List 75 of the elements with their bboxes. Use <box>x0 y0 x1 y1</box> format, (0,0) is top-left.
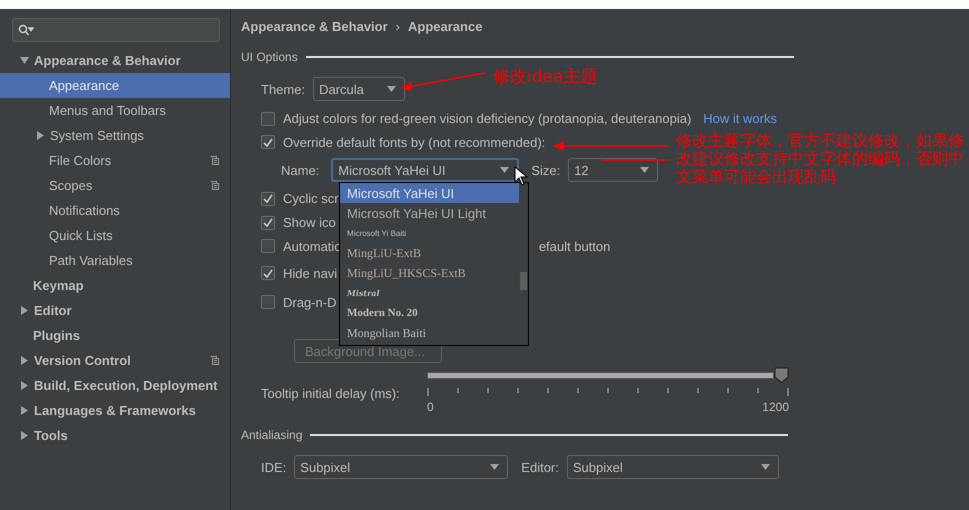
tree-item[interactable]: Appearance <box>0 73 230 98</box>
checkbox-label: Drag-n-D <box>283 294 336 310</box>
tree-item[interactable]: Scopes <box>0 173 230 198</box>
caret-icon <box>490 464 500 470</box>
collapsed-arrow-icon[interactable] <box>20 306 29 315</box>
caret-icon <box>387 86 396 92</box>
checkbox-label: Automatic <box>283 238 341 254</box>
font-name-dropdown[interactable]: Microsoft YaHei UI <box>331 158 520 182</box>
search-icon <box>18 24 34 36</box>
slider-label: Tooltip initial delay (ms): <box>261 386 401 403</box>
checkbox-label: Show ico <box>283 215 336 230</box>
checkbox[interactable] <box>261 266 275 280</box>
tree-item[interactable]: Plugins <box>0 323 230 348</box>
section-title: Antialiasing <box>241 428 302 442</box>
tree-item[interactable]: Tools <box>0 423 230 448</box>
field-label: Editor: <box>521 460 559 474</box>
checkbox-label: efault button <box>538 238 610 254</box>
font-option[interactable]: MingLiU_HKSCS-ExtB <box>340 263 519 283</box>
ide-antialiasing-dropdown[interactable]: Subpixel <box>294 455 508 479</box>
scrollbar-thumb[interactable] <box>520 272 527 290</box>
annotation-text: 修改主题字体，官方不建议修改，如果修改建议修改支持中文字体的编码，否则中文菜单可能会出现乱码 <box>676 132 965 186</box>
tree-item[interactable]: File Colors <box>0 148 230 173</box>
tick-label: 0 <box>427 400 434 414</box>
tree-item[interactable]: Path Variables <box>0 248 230 273</box>
checkbox[interactable] <box>261 239 275 253</box>
breadcrumb-item: Appearance <box>408 18 482 34</box>
search-field[interactable] <box>12 18 220 42</box>
tree-item[interactable]: System Settings <box>0 123 230 148</box>
tick-label: 1200 <box>762 400 789 414</box>
collapsed-arrow-icon[interactable] <box>20 431 29 440</box>
checkbox-label: Hide navi <box>283 266 338 280</box>
checkbox-label: Cyclic scr <box>283 191 339 206</box>
field-label: Name: <box>281 162 320 178</box>
tree-item[interactable]: Editor <box>0 298 230 323</box>
editor-antialiasing-dropdown[interactable]: Subpixel <box>566 455 779 479</box>
tree-item[interactable]: Notifications <box>0 198 230 223</box>
tree-item[interactable]: Version Control <box>0 348 230 373</box>
slider-thumb[interactable] <box>774 367 789 383</box>
font-option[interactable]: Microsoft YaHei UI <box>340 183 519 203</box>
collapsed-arrow-icon[interactable] <box>20 406 29 415</box>
breadcrumb-item: Appearance & Behavior <box>241 18 388 34</box>
checkbox[interactable] <box>261 135 275 149</box>
field-label: IDE: <box>261 460 286 474</box>
tree-item[interactable]: Build, Execution, Deployment <box>0 373 230 398</box>
font-option[interactable]: Modern No. 20 <box>340 303 519 323</box>
caret-icon <box>640 167 650 173</box>
field-label: Theme: <box>261 82 306 96</box>
tree-item[interactable]: Languages & Frameworks <box>0 398 230 423</box>
collapsed-arrow-icon[interactable] <box>20 381 29 390</box>
checkbox[interactable] <box>261 112 275 126</box>
checkbox[interactable] <box>261 216 275 230</box>
tree-item[interactable]: Quick Lists <box>0 223 230 248</box>
annotation-text: 修改idea主题 <box>493 66 598 88</box>
checkbox[interactable] <box>261 295 275 309</box>
theme-dropdown[interactable]: Darcula <box>313 77 406 101</box>
checkbox-label: Adjust colors for red-green vision deficiency (protanopia, deuteranopia) <box>283 111 692 126</box>
section-title: UI Options <box>241 50 298 64</box>
caret-icon <box>500 167 510 173</box>
checkbox-label: Override default fonts by (not recommended): <box>283 134 546 150</box>
checkbox[interactable] <box>261 192 275 206</box>
tree-item[interactable]: Keymap <box>0 273 230 298</box>
font-size-dropdown[interactable]: 12 <box>568 158 658 182</box>
expanded-arrow-icon[interactable] <box>20 56 29 65</box>
caret-icon <box>760 464 770 470</box>
font-option[interactable]: MingLiU-ExtB <box>340 243 519 263</box>
font-option[interactable]: Microsoft Yi Baiti <box>340 223 519 243</box>
font-option[interactable]: Microsoft YaHei UI Light <box>340 203 519 223</box>
breadcrumb-separator: › <box>396 18 400 34</box>
collapsed-arrow-icon[interactable] <box>20 356 29 365</box>
font-option[interactable]: Mistral <box>340 283 519 303</box>
collapsed-arrow-icon[interactable] <box>36 131 45 140</box>
field-label: Size: <box>531 162 560 178</box>
how-it-works-link[interactable]: How it works <box>703 111 777 126</box>
tree-item[interactable]: Menus and Toolbars <box>0 98 230 123</box>
tree-item[interactable]: Appearance & Behavior <box>0 48 230 73</box>
